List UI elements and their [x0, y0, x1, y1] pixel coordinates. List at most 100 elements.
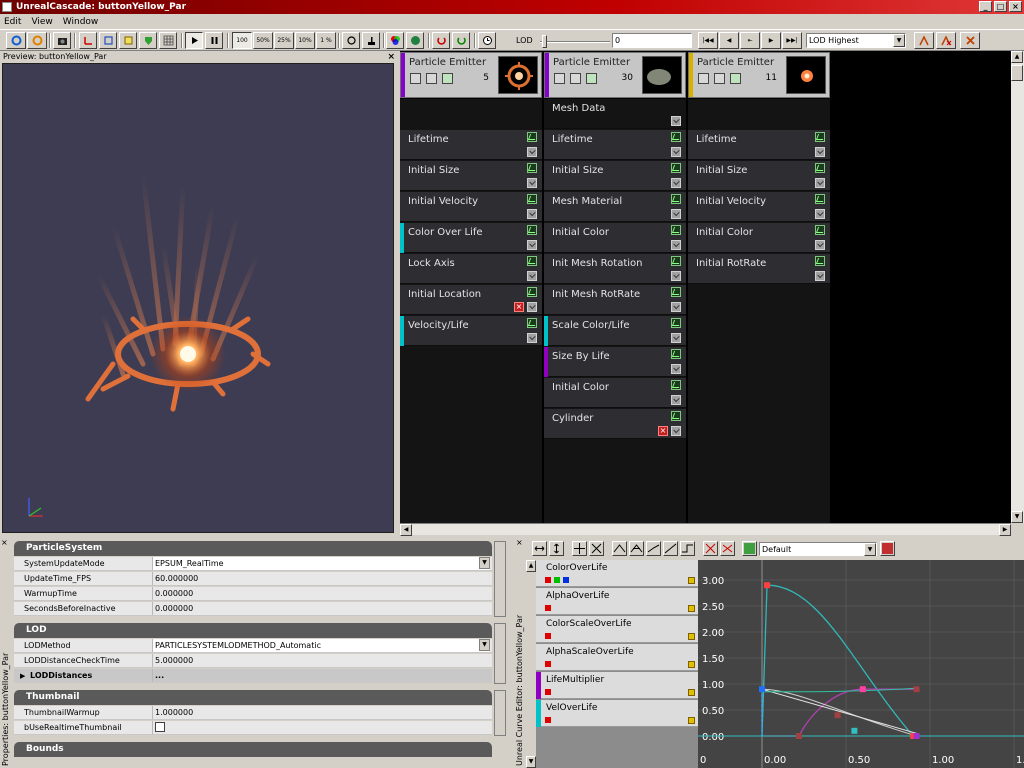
background-color-button[interactable]: [386, 32, 404, 49]
curve-preset-icon-button[interactable]: [742, 541, 757, 556]
emitter-render-mode-icon[interactable]: [698, 73, 709, 84]
curve-toggle-checkbox[interactable]: [815, 256, 825, 266]
curve-select-swatch[interactable]: [688, 717, 695, 724]
curve-select-swatch[interactable]: [688, 577, 695, 584]
curve-select-swatch[interactable]: [688, 689, 695, 696]
menu-view[interactable]: View: [31, 17, 52, 27]
curve-toggle-checkbox[interactable]: [671, 349, 681, 359]
regen-lod-button[interactable]: [478, 32, 496, 49]
curve-toggle-checkbox[interactable]: [815, 132, 825, 142]
curve-list-item[interactable]: ColorOverLife: [536, 560, 698, 587]
curve-visibility-swatch[interactable]: [545, 633, 551, 639]
property-value[interactable]: 1.000000: [152, 706, 490, 719]
module-enable-checkbox[interactable]: [815, 240, 825, 250]
curve-visibility-swatch[interactable]: [545, 689, 551, 695]
emitter-header[interactable]: Particle Emitter 5: [400, 52, 542, 98]
module-item[interactable]: Lifetime: [688, 130, 830, 160]
module-item[interactable]: Mesh Material: [544, 192, 686, 222]
emitter-render-mode-icon[interactable]: [554, 73, 565, 84]
preview-close-button[interactable]: ×: [387, 51, 395, 63]
property-row[interactable]: LODDistanceCheckTime 5.000000: [14, 654, 492, 668]
emitter-column[interactable]: Particle Emitter 30 Mesh Data Lifetime Initi…: [544, 51, 686, 523]
module-item[interactable]: Initial Location ×: [400, 285, 542, 315]
loop-button[interactable]: [342, 32, 360, 49]
module-enable-checkbox[interactable]: [527, 178, 537, 188]
flatten-tangents-button[interactable]: [703, 541, 718, 556]
curve-select-swatch[interactable]: [688, 661, 695, 668]
property-category[interactable]: LOD: [14, 623, 492, 638]
curve-toggle-checkbox[interactable]: [815, 225, 825, 235]
curve-toggle-checkbox[interactable]: [527, 287, 537, 297]
curve-select-swatch[interactable]: [688, 633, 695, 640]
screenshot-button[interactable]: [53, 32, 71, 49]
module-item[interactable]: Initial RotRate: [688, 254, 830, 284]
zoom-mode-button[interactable]: [589, 541, 604, 556]
properties-close-icon[interactable]: ×: [1, 538, 8, 547]
curve-toggle-checkbox[interactable]: [671, 163, 681, 173]
curve-toggle-checkbox[interactable]: [815, 163, 825, 173]
module-enable-checkbox[interactable]: [671, 178, 681, 188]
curve-select-swatch[interactable]: [688, 605, 695, 612]
curve-visibility-swatch[interactable]: [554, 577, 560, 583]
module-enable-checkbox[interactable]: [527, 302, 537, 312]
curve-toggle-checkbox[interactable]: [527, 318, 537, 328]
fit-vertical-button[interactable]: [549, 541, 564, 556]
toggle-bounds-button[interactable]: [99, 32, 117, 49]
module-enable-checkbox[interactable]: [671, 426, 681, 436]
tangent-constant-button[interactable]: [680, 541, 695, 556]
curve-toggle-checkbox[interactable]: [671, 318, 681, 328]
curve-list-scrollbar[interactable]: ▲ ▼: [526, 560, 536, 768]
category-scrollbar[interactable]: [494, 690, 506, 736]
curve-toggle-checkbox[interactable]: [671, 194, 681, 204]
property-combo[interactable]: EPSUM_RealTime ▼: [152, 557, 490, 570]
emitter-curve-icon[interactable]: [442, 73, 453, 84]
emitter-header[interactable]: Particle Emitter 30: [544, 52, 686, 98]
property-category[interactable]: Thumbnail: [14, 690, 492, 705]
property-value[interactable]: 5.000000: [152, 654, 490, 667]
module-enable-checkbox[interactable]: [671, 271, 681, 281]
lod-tool-button[interactable]: [960, 32, 980, 49]
module-enable-checkbox[interactable]: [671, 116, 681, 126]
maximize-button[interactable]: □: [994, 1, 1007, 12]
emitter-curve-icon[interactable]: [730, 73, 741, 84]
module-enable-checkbox[interactable]: [671, 147, 681, 157]
emitter-hscrollbar[interactable]: ◀ ▶: [400, 523, 1011, 536]
module-enable-checkbox[interactable]: [527, 240, 537, 250]
dropdown-arrow-icon[interactable]: ▼: [479, 557, 490, 569]
rate-1-button[interactable]: 1 %: [316, 32, 336, 49]
module-item[interactable]: Velocity/Life: [400, 316, 542, 346]
property-row[interactable]: UpdateTime_FPS 60.000000: [14, 572, 492, 586]
property-value[interactable]: 0.000000: [152, 602, 490, 615]
scroll-up-icon[interactable]: ▲: [526, 560, 536, 572]
curve-preset-select[interactable]: Default ▼: [759, 542, 877, 556]
lod-slider-thumb[interactable]: [542, 35, 547, 48]
module-item[interactable]: Size By Life: [544, 347, 686, 377]
property-row[interactable]: WarmupTime 0.000000: [14, 587, 492, 601]
tangent-linear-button[interactable]: [663, 541, 678, 556]
property-combo[interactable]: PARTICLESYSTEMLODMETHOD_Automatic ▼: [152, 639, 490, 652]
rate-50-button[interactable]: 50%: [253, 32, 273, 49]
emitter-curve-icon[interactable]: [586, 73, 597, 84]
lod-value-input[interactable]: 0: [612, 33, 692, 48]
toggle-grid-button[interactable]: [159, 32, 177, 49]
curve-list-item[interactable]: LifeMultiplier: [536, 672, 698, 699]
curve-toggle-checkbox[interactable]: [527, 225, 537, 235]
toggle-origin-button[interactable]: [139, 32, 157, 49]
add-lod-button[interactable]: [914, 32, 934, 49]
toggle-axis-button[interactable]: [79, 32, 97, 49]
module-item[interactable]: Scale Color/Life: [544, 316, 686, 346]
module-item[interactable]: Cylinder ×: [544, 409, 686, 439]
menu-window[interactable]: Window: [63, 17, 99, 27]
module-item[interactable]: Initial Color: [544, 223, 686, 253]
module-item[interactable]: Initial Size: [400, 161, 542, 191]
module-enable-checkbox[interactable]: [815, 178, 825, 188]
tangent-user-button[interactable]: [629, 541, 644, 556]
fit-horizontal-button[interactable]: [532, 541, 547, 556]
curve-visibility-swatch[interactable]: [563, 577, 569, 583]
curve-graph-canvas[interactable]: 3.00 2.50 2.00 1.50 1.00 0.50 0.00 0 0.00 0.50 1.0…: [698, 560, 1024, 768]
curve-list-item[interactable]: VelOverLife: [536, 700, 698, 727]
tangent-break-button[interactable]: [646, 541, 661, 556]
dropdown-arrow-icon[interactable]: ▼: [479, 639, 490, 651]
emitter-column[interactable]: Particle Emitter 11 Lifetime Initial Size In…: [688, 51, 830, 523]
curve-toggle-checkbox[interactable]: [527, 132, 537, 142]
